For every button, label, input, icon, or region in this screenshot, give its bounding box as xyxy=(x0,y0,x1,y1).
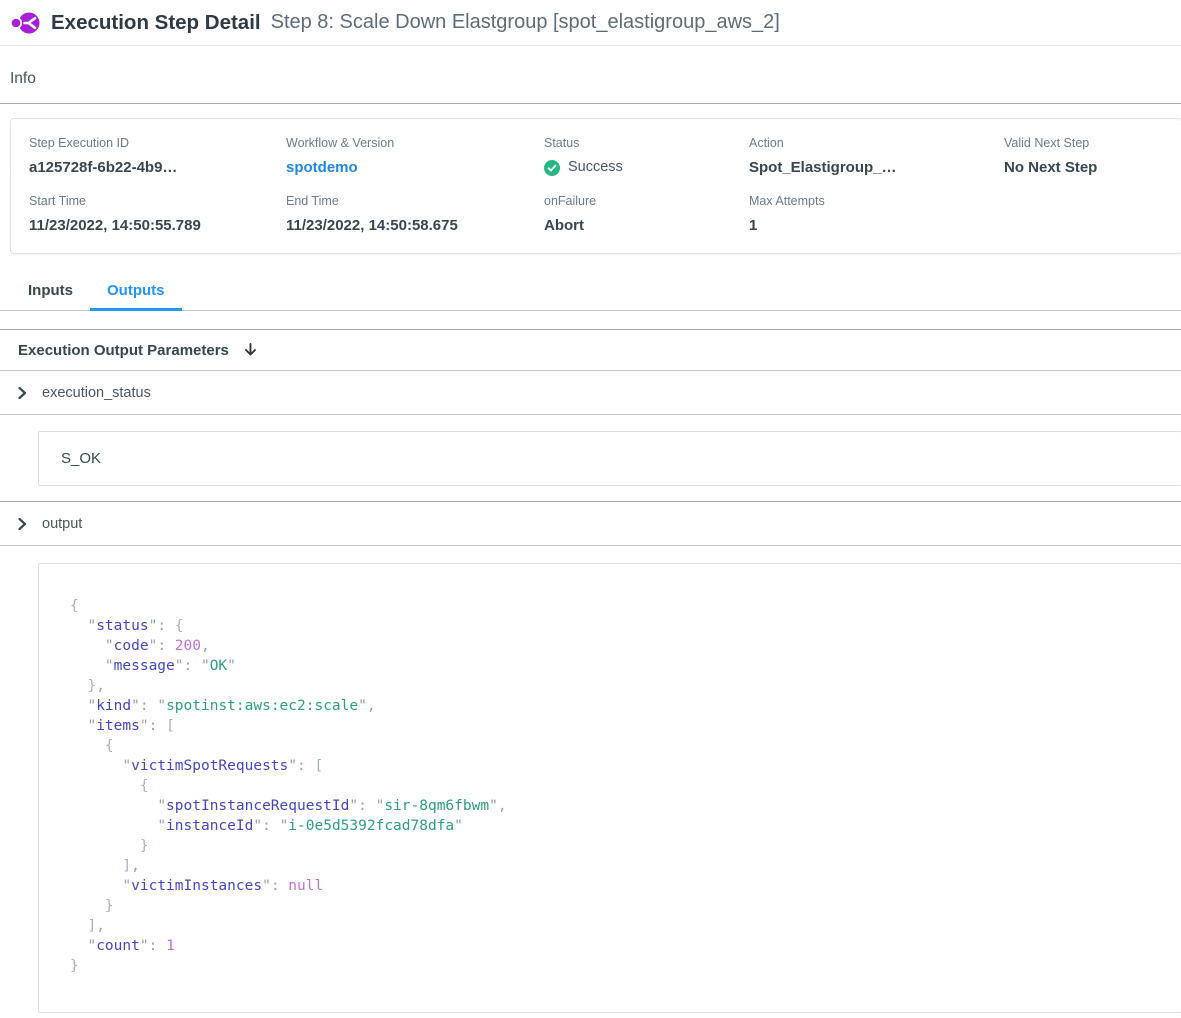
code-line: } xyxy=(70,896,1169,916)
status-text: Success xyxy=(568,158,623,177)
field-label: End Time xyxy=(286,194,544,209)
code-line: "message": "OK" xyxy=(70,656,1169,676)
field-value: Abort xyxy=(544,216,749,235)
info-field-end-time: End Time 11/23/2022, 14:50:58.675 xyxy=(286,194,544,235)
info-section-heading: Info xyxy=(10,70,1181,88)
code-line: { xyxy=(70,776,1169,796)
output-json-viewer: { "status": { "code": 200, "message": "O… xyxy=(38,563,1181,1013)
info-field-max-attempts: Max Attempts 1 xyxy=(749,194,1004,235)
relay-logo-icon xyxy=(10,9,40,37)
field-value: 11/23/2022, 14:50:55.789 xyxy=(29,216,286,235)
info-field-action: Action Spot_Elastigroup_… xyxy=(749,136,1004,177)
info-field-step-execution-id: Step Execution ID a125728f-6b22-4b9… xyxy=(29,136,286,177)
code-line: } xyxy=(70,956,1169,976)
code-line: ], xyxy=(70,916,1169,936)
field-value: a125728f-6b22-4b9… xyxy=(29,158,286,177)
execution-status-value: S_OK xyxy=(38,431,1181,486)
code-line: { xyxy=(70,736,1169,756)
json-code: { "status": { "code": 200, "message": "O… xyxy=(70,596,1169,976)
field-label: Action xyxy=(749,136,1004,151)
output-parameters-header: Execution Output Parameters xyxy=(0,330,1181,371)
field-label: Valid Next Step xyxy=(1004,136,1181,151)
section-name: execution_status xyxy=(42,385,151,401)
page-title: Execution Step Detail xyxy=(51,11,261,35)
page-header: Execution Step Detail Step 8: Scale Down… xyxy=(0,0,1181,46)
info-field-onfailure: onFailure Abort xyxy=(544,194,749,235)
success-check-icon xyxy=(544,160,560,176)
info-field-workflow-version: Workflow & Version spotdemo xyxy=(286,136,544,177)
info-field-empty xyxy=(1004,194,1181,235)
status-badge: Success xyxy=(544,158,749,177)
section-name: output xyxy=(42,516,82,532)
field-value: 1 xyxy=(749,216,1004,235)
code-line: }, xyxy=(70,676,1169,696)
chevron-right-icon[interactable] xyxy=(16,387,28,399)
code-line: "status": { xyxy=(70,616,1169,636)
code-line: ], xyxy=(70,856,1169,876)
code-line: } xyxy=(70,836,1169,856)
field-label: onFailure xyxy=(544,194,749,209)
download-icon[interactable] xyxy=(244,343,257,357)
code-line: "kind": "spotinst:aws:ec2:scale", xyxy=(70,696,1169,716)
field-label: Workflow & Version xyxy=(286,136,544,151)
code-line: "code": 200, xyxy=(70,636,1169,656)
chevron-right-icon[interactable] xyxy=(16,518,28,530)
tab-outputs[interactable]: Outputs xyxy=(90,274,182,311)
divider xyxy=(0,103,1181,104)
tab-inputs[interactable]: Inputs xyxy=(11,274,90,311)
info-field-status: Status Success xyxy=(544,136,749,177)
field-label: Status xyxy=(544,136,749,151)
field-label: Start Time xyxy=(29,194,286,209)
output-parameters-title: Execution Output Parameters xyxy=(18,342,229,359)
info-card: Step Execution ID a125728f-6b22-4b9… Wor… xyxy=(10,118,1181,254)
section-output[interactable]: output xyxy=(0,502,1181,546)
code-line: "victimInstances": null xyxy=(70,876,1169,896)
field-label: Max Attempts xyxy=(749,194,1004,209)
code-line: "items": [ xyxy=(70,716,1169,736)
field-value: Spot_Elastigroup_… xyxy=(749,158,1004,177)
code-line: "count": 1 xyxy=(70,936,1169,956)
field-value: No Next Step xyxy=(1004,158,1181,177)
page-subtitle: Step 8: Scale Down Elastgroup [spot_elas… xyxy=(271,11,780,34)
code-line: "spotInstanceRequestId": "sir-8qm6fbwm", xyxy=(70,796,1169,816)
workflow-link[interactable]: spotdemo xyxy=(286,158,544,177)
field-label: Step Execution ID xyxy=(29,136,286,151)
info-field-start-time: Start Time 11/23/2022, 14:50:55.789 xyxy=(29,194,286,235)
code-line: { xyxy=(70,596,1169,616)
code-line: "victimSpotRequests": [ xyxy=(70,756,1169,776)
code-line: "instanceId": "i-0e5d5392fcad78dfa" xyxy=(70,816,1169,836)
section-execution-status[interactable]: execution_status xyxy=(0,371,1181,415)
info-field-valid-next-step: Valid Next Step No Next Step xyxy=(1004,136,1181,177)
tab-bar: Inputs Outputs xyxy=(0,274,1181,311)
field-value: 11/23/2022, 14:50:58.675 xyxy=(286,216,544,235)
